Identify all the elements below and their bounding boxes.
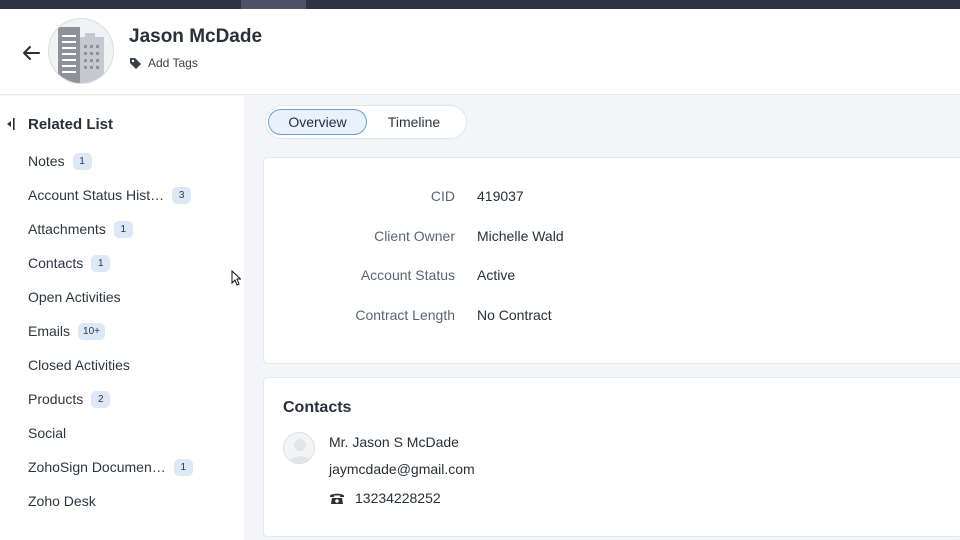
tab-timeline[interactable]: Timeline [370,109,458,135]
contacts-section-title: Contacts [283,399,352,416]
sidebar-item-label: Social [28,425,67,441]
sidebar-item-account-status-history[interactable]: Account Status Hist… 3 [28,185,192,205]
sidebar-item-label: Closed Activities [28,357,130,373]
field-label: Contract Length [355,307,455,323]
building-icon [58,27,104,83]
sidebar-item-contacts[interactable]: Contacts 1 [28,253,111,273]
count-badge: 1 [91,254,111,272]
sidebar-item-label: Contacts [28,255,84,271]
related-list-header: Related List [6,114,113,134]
field-value[interactable]: Active [477,267,515,283]
sidebar-item-zohosign-documents[interactable]: ZohoSign Documen… 1 [28,457,193,477]
sidebar-item-label: Account Status Hist… [28,187,165,203]
collapse-sidebar-icon[interactable] [6,117,18,131]
field-row-account-status: Account Status Active [264,267,960,287]
contact-phone-number: 13234228252 [355,490,441,506]
overview-card: CID 419037 Client Owner Michelle Wald Ac… [263,157,960,364]
top-bar [0,0,960,9]
sidebar-item-label: ZohoSign Documen… [28,459,166,475]
field-value[interactable]: No Contract [477,307,552,323]
back-arrow-icon [23,46,40,60]
field-value[interactable]: Michelle Wald [477,228,564,244]
contacts-card: Contacts Mr. Jason S McDade jaymcdade@gm… [263,377,960,537]
field-label: CID [430,188,455,204]
contact-phone[interactable]: 13234228252 [329,489,441,507]
tab-overview[interactable]: Overview [268,109,367,135]
count-badge: 1 [173,458,193,476]
sidebar-item-attachments[interactable]: Attachments 1 [28,219,133,239]
sidebar-item-notes[interactable]: Notes 1 [28,151,92,171]
add-tags-label: Add Tags [148,56,198,70]
sidebar-item-label: Open Activities [28,289,121,305]
sidebar-item-zoho-desk[interactable]: Zoho Desk [28,491,96,511]
field-row-contract-length: Contract Length No Contract [264,307,960,327]
phone-icon [330,493,344,504]
main-content: Overview Timeline CID 419037 Client Owne… [245,96,960,540]
sidebar-item-products[interactable]: Products 2 [28,389,111,409]
add-tags-button[interactable]: Add Tags [129,55,198,71]
contact-avatar [283,432,315,464]
person-icon [288,439,312,463]
contact-name[interactable]: Mr. Jason S McDade [329,434,459,450]
view-tabs: Overview Timeline [265,105,467,139]
field-label: Account Status [360,267,455,283]
sidebar-item-label: Zoho Desk [28,493,96,509]
sidebar-item-emails[interactable]: Emails 10+ [28,321,105,341]
contact-email[interactable]: jaymcdade@gmail.com [329,461,475,477]
record-avatar[interactable] [48,18,114,84]
mouse-cursor-icon [231,270,241,286]
record-title: Jason McDade [129,26,263,47]
field-row-client-owner: Client Owner Michelle Wald [264,228,960,248]
sidebar-item-label: Emails [28,323,71,339]
active-tab-indicator [241,0,306,9]
field-value[interactable]: 419037 [477,188,524,204]
sidebar-item-label: Notes [28,153,65,169]
field-label: Client Owner [374,228,455,244]
sidebar-item-open-activities[interactable]: Open Activities [28,287,121,307]
field-row-cid: CID 419037 [264,188,960,208]
related-list-sidebar: Related List Notes 1 Account Status Hist… [0,96,244,540]
record-header: Jason McDade Add Tags [0,9,960,95]
count-badge: 10+ [78,322,105,340]
back-button[interactable] [18,41,44,65]
tag-icon [130,57,141,69]
count-badge: 2 [91,390,111,408]
sidebar-item-social[interactable]: Social [28,423,66,443]
count-badge: 1 [113,220,133,238]
sidebar-item-label: Products [28,391,84,407]
sidebar-item-closed-activities[interactable]: Closed Activities [28,355,130,375]
sidebar-item-label: Attachments [28,221,106,237]
count-badge: 1 [72,152,92,170]
related-list-title: Related List [28,115,114,133]
count-badge: 3 [172,186,192,204]
